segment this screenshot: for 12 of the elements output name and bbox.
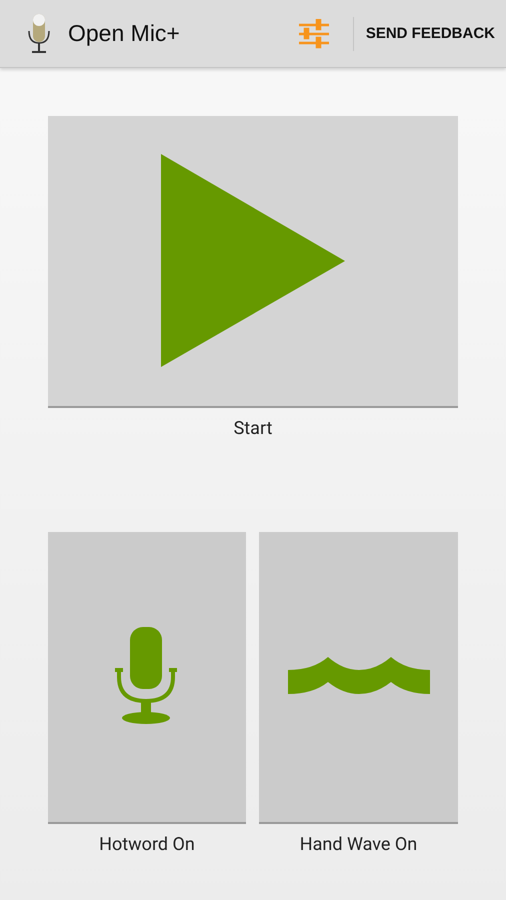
button-label: Hand Wave On	[300, 833, 418, 855]
microphone-logo-icon	[26, 14, 52, 54]
hand-wave-button[interactable]	[259, 532, 458, 824]
start-button[interactable]	[48, 116, 458, 408]
app-title: Open Mic+	[68, 20, 180, 47]
microphone-icon	[115, 627, 179, 727]
button-label: Start	[234, 417, 272, 439]
settings-icon[interactable]	[296, 18, 331, 48]
send-feedback-button[interactable]: SEND FEEDBACK	[354, 0, 506, 67]
button-label: Hotword On	[99, 833, 195, 855]
hotword-button[interactable]	[48, 532, 246, 824]
play-icon	[160, 154, 346, 368]
